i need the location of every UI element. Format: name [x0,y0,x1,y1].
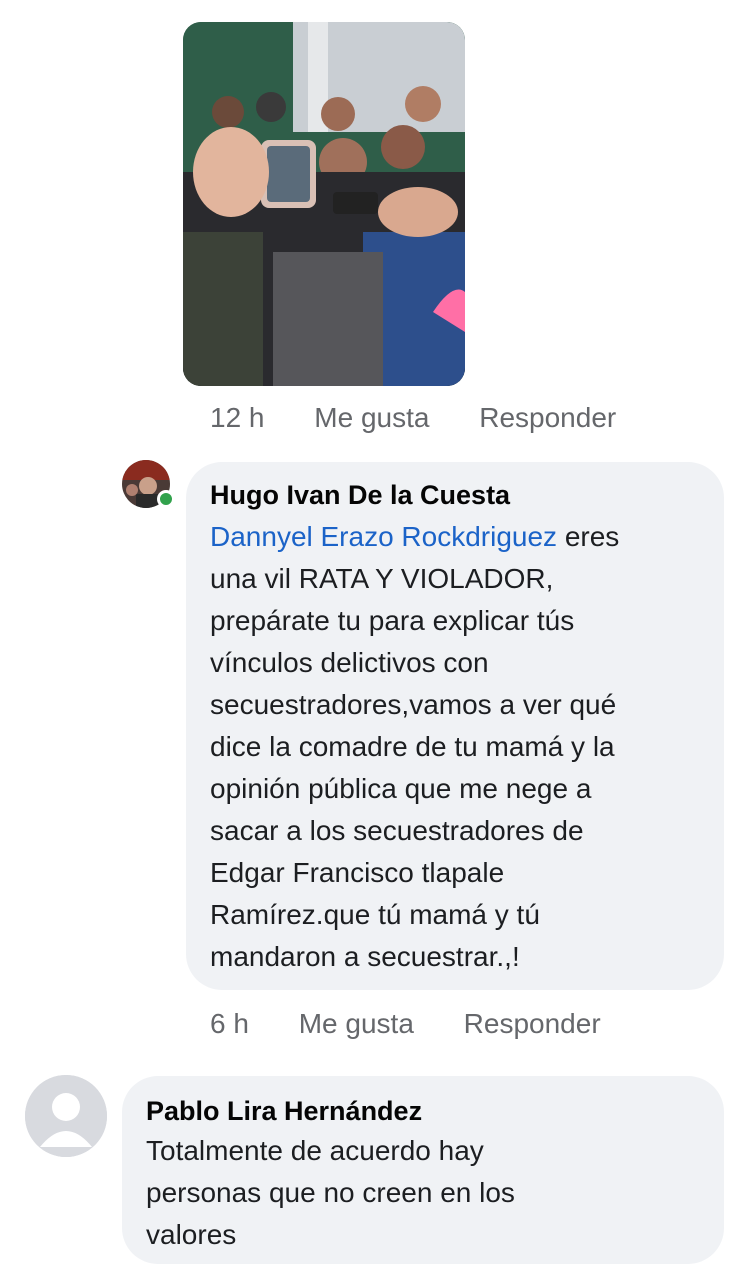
hugo-comment-bubble[interactable]: Hugo Ivan De la Cuesta Dannyel Erazo Roc… [186,462,724,990]
mention-link[interactable]: Dannyel Erazo Rockdriguez [210,521,557,552]
hugo-author-name[interactable]: Hugo Ivan De la Cuesta [210,480,510,511]
comment1-time: 12 h [210,402,265,433]
comment-photo[interactable] [183,22,465,386]
pablo-comment-bubble[interactable]: Pablo Lira Hernández Totalmente de acuer… [122,1076,724,1264]
default-user-icon [25,1075,107,1157]
online-status-dot [157,490,175,508]
crowd-photo-image [183,22,465,386]
comment2-time: 6 h [210,1008,249,1039]
pablo-author-name[interactable]: Pablo Lira Hernández [146,1096,422,1127]
comment2-reply-button[interactable]: Responder [464,1008,601,1039]
pablo-comment-text: Totalmente de acuerdo hay personas que n… [146,1135,515,1250]
comment1-actions: 12 h Me gusta Responder [210,402,658,434]
hugo-comment-body: eres una vil RATA Y VIOLADOR, prepárate … [210,521,620,972]
comment2-like-button[interactable]: Me gusta [299,1008,414,1039]
comment1-like-button[interactable]: Me gusta [314,402,429,433]
pablo-avatar[interactable] [25,1075,107,1157]
comment2-actions: 6 h Me gusta Responder [210,1008,643,1040]
hugo-comment-text: Dannyel Erazo Rockdriguez eres una vil R… [210,516,710,978]
comment1-reply-button[interactable]: Responder [479,402,616,433]
